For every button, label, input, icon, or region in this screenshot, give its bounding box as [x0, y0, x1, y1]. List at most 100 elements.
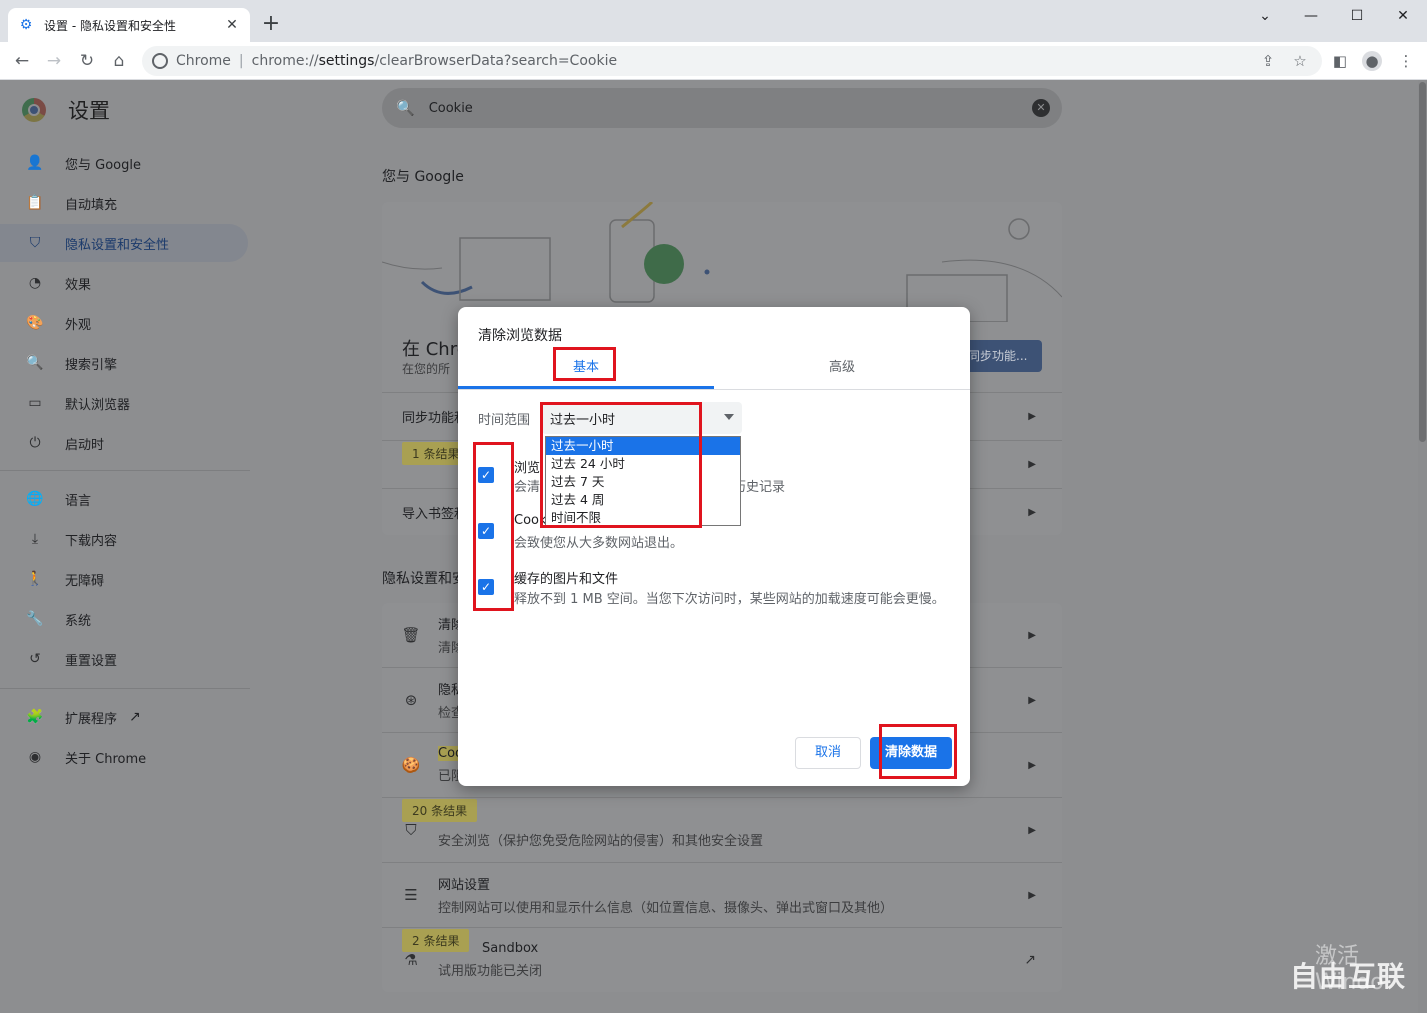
chevron-right-icon: ▶ — [1028, 411, 1036, 422]
history-checkbox[interactable]: ✓ — [478, 467, 494, 483]
settings-search[interactable]: 🔍 Cookie ✕ — [382, 88, 1062, 128]
chevron-right-icon: ▶ — [1028, 694, 1036, 706]
row-subtitle: 控制网站可以使用和显示什么信息（如位置信息、摄像头、弹出式窗口及其他） — [438, 901, 894, 916]
history-desc: 会清 — [514, 480, 541, 495]
time-range-dropdown: 过去一小时 过去 24 小时 过去 7 天 过去 4 周 时间不限 — [545, 436, 741, 526]
tab-settings[interactable]: ⚙ 设置 - 隐私设置和安全性 ✕ — [8, 8, 250, 42]
row-title: 网站设置 — [438, 878, 491, 893]
sidebar-item-accessibility[interactable]: 🚶 无障碍 — [0, 560, 248, 598]
sidebar-item-label: 语言 — [65, 493, 92, 509]
flask-icon: ⚗ — [404, 951, 418, 969]
sidebar-item-label: 默认浏览器 — [65, 397, 131, 413]
clipboard-icon: 📋 — [26, 195, 44, 211]
close-icon[interactable]: ✕ — [224, 17, 240, 33]
sidebar-item-languages[interactable]: 🌐 语言 — [0, 480, 248, 518]
person-icon: 👤 — [26, 155, 44, 171]
sidebar-item-downloads[interactable]: ⤓ 下载内容 — [0, 520, 248, 558]
sidebar-item-default-browser[interactable]: ▭ 默认浏览器 — [0, 384, 248, 422]
sidebar-item-performance[interactable]: ◔ 效果 — [0, 264, 248, 302]
window-close-button[interactable]: ✕ — [1380, 0, 1426, 32]
tab-strip: ⚙ 设置 - 隐私设置和安全性 ✕ + ⌄ — ☐ ✕ — [0, 0, 1427, 42]
sidebar-item-system[interactable]: 🔧 系统 — [0, 600, 248, 638]
cookies-checkbox[interactable]: ✓ — [478, 523, 494, 539]
home-icon[interactable]: ⌂ — [105, 47, 133, 75]
search-icon: 🔍 — [396, 99, 415, 117]
scrollbar-thumb[interactable] — [1419, 82, 1426, 442]
result-badge: 20 条结果 — [402, 799, 478, 822]
cookie-icon: 🍪 — [401, 756, 421, 774]
site-label: Chrome — [176, 53, 231, 69]
profile-avatar-icon[interactable]: ● — [1362, 51, 1382, 71]
wrench-icon: 🔧 — [26, 611, 44, 627]
sidebar-item-you-google[interactable]: 👤 您与 Google — [0, 144, 248, 182]
external-link-icon: ↗ — [129, 709, 141, 725]
reload-icon[interactable]: ↻ — [73, 47, 101, 75]
clear-search-icon[interactable]: ✕ — [1032, 99, 1050, 117]
cookies-desc: 会致使您从大多数网站退出。 — [514, 536, 684, 551]
sync-banner-illustration — [382, 202, 1062, 322]
url-separator: | — [238, 53, 244, 69]
minimize-button[interactable]: — — [1288, 0, 1334, 32]
globe-icon: 🌐 — [26, 491, 44, 507]
clear-data-button[interactable]: 清除数据 — [870, 737, 952, 769]
new-tab-button[interactable]: + — [258, 12, 284, 38]
section-title-you-google: 您与 Google — [382, 169, 464, 185]
tab-divider — [458, 389, 970, 390]
sidebar-item-label: 启动时 — [65, 437, 105, 453]
option-all-time[interactable]: 时间不限 — [546, 509, 740, 527]
puzzle-icon: 🧩 — [26, 709, 44, 725]
trash-icon: 🗑 — [401, 626, 421, 644]
sidebar-item-label: 外观 — [65, 317, 92, 333]
option-last-4w[interactable]: 过去 4 周 — [546, 491, 740, 509]
privacy-guide-icon: ⊛ — [404, 691, 418, 709]
star-icon[interactable]: ☆ — [1290, 51, 1310, 71]
sidebar-item-extensions[interactable]: 🧩 扩展程序 ↗ — [0, 698, 248, 736]
history-icon: ↺ — [29, 651, 41, 667]
chevron-right-icon: ▶ — [1028, 889, 1036, 901]
section-title-privacy: 隐私设置和安 — [382, 571, 466, 587]
cache-desc: 释放不到 1 MB 空间。当您下次访问时，某些网站的加载速度可能会更慢。 — [514, 592, 945, 607]
tab-advanced[interactable]: 高级 — [714, 353, 970, 389]
sidebar-item-search-engine[interactable]: 🔍 搜索引擎 — [0, 344, 248, 382]
settings-row-privacy-sandbox[interactable]: ⚗ Sandbox 试用版功能已关闭 ↗ — [382, 927, 1062, 992]
share-icon[interactable]: ⇪ — [1258, 51, 1278, 71]
scrollbar[interactable] — [1418, 80, 1427, 1013]
address-bar[interactable]: Chrome | chrome://settings/clearBrowserD… — [142, 46, 1322, 76]
turn-on-sync-button[interactable]: 同步功能... — [962, 340, 1042, 372]
cancel-button[interactable]: 取消 — [795, 737, 861, 769]
search-input[interactable]: Cookie — [429, 101, 1032, 116]
toolbar: ← → ↻ ⌂ Chrome | chrome://settings/clear… — [0, 42, 1427, 80]
site-watermark: 自由互联 — [1290, 960, 1407, 993]
shield-icon: ⛉ — [29, 235, 41, 251]
dialog-title: 清除浏览数据 — [478, 328, 562, 344]
menu-dots-icon[interactable]: ⋮ — [1396, 51, 1416, 71]
settings-row-site-settings[interactable]: ☰ 网站设置控制网站可以使用和显示什么信息（如位置信息、摄像头、弹出式窗口及其他… — [382, 862, 1062, 927]
search-icon: 🔍 — [26, 355, 44, 371]
option-last-24h[interactable]: 过去 24 小时 — [546, 455, 740, 473]
sidebar-item-privacy[interactable]: ⛉ 隐私设置和安全性 — [0, 224, 248, 262]
sidebar-item-on-startup[interactable]: ⏻ 启动时 — [0, 424, 248, 462]
sidebar-item-appearance[interactable]: 🎨 外观 — [0, 304, 248, 342]
sliders-icon: ☰ — [404, 886, 418, 904]
chevron-down-icon[interactable]: ⌄ — [1242, 0, 1288, 32]
sidebar-item-reset[interactable]: ↺ 重置设置 — [0, 640, 248, 678]
sidebar-item-label: 效果 — [65, 277, 92, 293]
sidebar-item-autofill[interactable]: 📋 自动填充 — [0, 184, 248, 222]
side-panel-icon[interactable]: ◧ — [1330, 51, 1350, 71]
time-range-select[interactable]: 过去一小时 — [542, 402, 742, 434]
sidebar-item-label: 隐私设置和安全性 — [65, 237, 170, 253]
tab-basic[interactable]: 基本 — [458, 353, 714, 389]
row-subtitle: 试用版功能已关闭 — [438, 964, 543, 979]
sidebar-item-about[interactable]: ◉ 关于 Chrome — [0, 738, 248, 776]
download-icon: ⤓ — [31, 531, 39, 547]
forward-arrow-icon[interactable]: → — [40, 47, 68, 75]
option-last-7d[interactable]: 过去 7 天 — [546, 473, 740, 491]
palette-icon: 🎨 — [26, 315, 44, 331]
clear-browsing-data-dialog: 清除浏览数据 基本 高级 时间范围 过去一小时 ✓ 浏览 会清 历史记录 ✓ C… — [458, 307, 970, 786]
cache-checkbox[interactable]: ✓ — [478, 579, 494, 595]
maximize-button[interactable]: ☐ — [1334, 0, 1380, 32]
back-arrow-icon[interactable]: ← — [8, 47, 36, 75]
chrome-icon: ◉ — [28, 749, 42, 765]
option-last-hour[interactable]: 过去一小时 — [546, 437, 740, 455]
settings-row-security[interactable]: ⛉ 安全浏览（保护您免受危险网站的侵害）和其他安全设置 ▶ — [382, 797, 1062, 862]
